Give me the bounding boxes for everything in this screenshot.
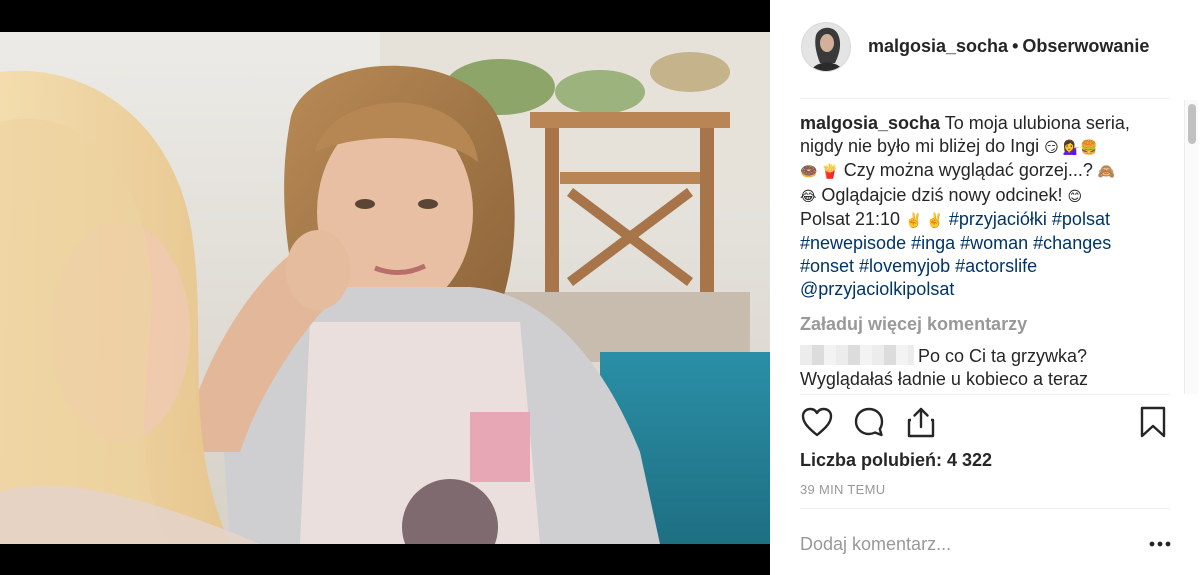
avatar[interactable] — [801, 22, 851, 72]
post-header: malgosia_socha • Obserwowanie — [770, 0, 1200, 98]
post-panel: malgosia_socha • Obserwowanie malgosia_soc… — [770, 0, 1200, 575]
avatar-image — [802, 23, 850, 71]
blurred-username[interactable] — [800, 344, 914, 365]
share-icon — [907, 407, 935, 438]
caption-text-2: nigdy nie było mi bliżej do Ingi — [800, 136, 1040, 157]
like-button[interactable] — [800, 404, 834, 440]
post-photo[interactable] — [0, 32, 770, 544]
header-divider — [800, 98, 1170, 99]
header-separator: • — [1012, 36, 1019, 56]
load-more-comments-button[interactable]: Załaduj więcej komentarzy — [800, 313, 1174, 336]
comments-section: malgosia_socha To moja ulubiona seria, n… — [800, 112, 1174, 394]
caption-emoji-3: 🙈 — [1097, 163, 1116, 180]
caption: malgosia_socha To moja ulubiona seria, n… — [800, 112, 1174, 302]
post-photo-image — [0, 32, 770, 544]
more-options-button[interactable] — [1146, 532, 1174, 556]
hashtags-line-2[interactable]: #newepisode #inga #woman #changes — [800, 233, 1111, 253]
save-button[interactable] — [1136, 404, 1170, 440]
mention-link[interactable]: @przyjaciolkipolsat — [800, 279, 954, 299]
heart-icon — [801, 407, 833, 437]
hashtags-line-3[interactable]: #onset #lovemyjob #actorslife — [800, 256, 1037, 276]
hashtags-line-1[interactable]: #przyjaciółki #polsat — [949, 209, 1110, 229]
header-text: malgosia_socha • Obserwowanie — [868, 36, 1149, 57]
comments-scrollbar[interactable] — [1184, 100, 1198, 394]
instagram-post: malgosia_socha • Obserwowanie malgosia_soc… — [0, 0, 1200, 575]
share-button[interactable] — [904, 404, 938, 440]
caption-emoji-1: 😏 💁‍♀️🍔 — [1044, 139, 1098, 156]
comment-item: Po co Ci ta grzywka? Wyglądałaś ładnie u… — [800, 344, 1174, 391]
caption-emoji-6: ✌️ ✌️ — [905, 211, 944, 228]
bookmark-icon — [1140, 406, 1166, 438]
comment-divider — [800, 508, 1170, 509]
post-timestamp[interactable]: 39 MIN TEMU — [800, 482, 885, 497]
more-options-icon — [1149, 541, 1171, 547]
post-media — [0, 0, 770, 575]
add-comment-input[interactable] — [800, 530, 1130, 558]
caption-emoji-5: 😊 — [1067, 187, 1083, 204]
comment-button[interactable] — [852, 404, 886, 440]
caption-text-1: To moja ulubiona seria, — [944, 113, 1130, 133]
username-link[interactable]: malgosia_socha — [868, 36, 1008, 56]
caption-emoji-4: 😂 — [800, 187, 817, 204]
likes-count[interactable]: Liczba polubień: 4 322 — [800, 450, 992, 471]
caption-text-4: Oglądajcie dziś nowy odcinek! — [821, 184, 1063, 205]
actions-bar — [800, 404, 1170, 444]
caption-username[interactable]: malgosia_socha — [800, 113, 940, 133]
caption-text-5: Polsat 21:10 — [800, 208, 901, 229]
comment-icon — [854, 407, 884, 437]
scrollbar-thumb[interactable] — [1188, 104, 1196, 144]
actions-divider — [800, 394, 1170, 395]
caption-emoji-2: 🍩 🍟 — [800, 163, 839, 180]
following-button[interactable]: Obserwowanie — [1022, 36, 1149, 56]
caption-text-3: Czy można wyglądać gorzej...? — [843, 160, 1093, 181]
